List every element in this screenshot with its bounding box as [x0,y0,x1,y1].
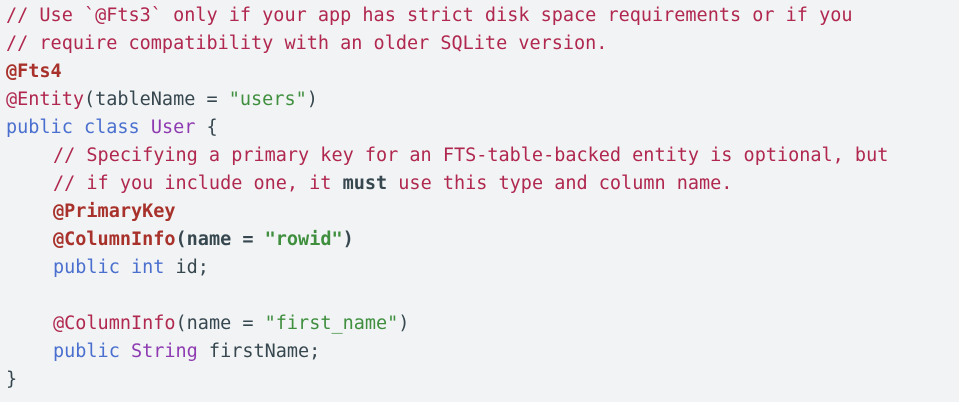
code-line-12: @ColumnInfo(name = "first_name") [6,310,959,338]
code-text: ) [306,89,318,110]
annotation: @ColumnInfo [53,313,176,334]
code-line-9: @ColumnInfo(name = "rowid") [6,226,959,254]
keyword: public [53,341,120,362]
annotation: @Entity [6,89,84,110]
code-text: id; [164,257,209,278]
code-block: // Use `@Fts3` only if your app has stri… [0,0,959,402]
comment: // Specifying a primary key for an FTS-t… [53,145,889,166]
annotation: @PrimaryKey [53,201,176,222]
annotation: @ColumnInfo [53,229,176,250]
comment: use this type and column name. [387,173,733,194]
code-text: (tableName = [83,89,229,110]
code-line-13: public String firstName; [6,338,959,366]
code-text: } [6,369,18,390]
code-line-3: @Fts4 [6,58,959,86]
code-line-7: // if you include one, it must use this … [6,170,959,198]
code-line-10: public int id; [6,254,959,282]
keyword: public [53,257,120,278]
code-line-6: // Specifying a primary key for an FTS-t… [6,142,959,170]
comment-emphasis: must [342,173,388,194]
comment: // if you include one, it [53,173,343,194]
string-literal: "rowid" [264,229,343,250]
annotation: @Fts4 [6,61,62,82]
code-text: firstName; [197,341,321,362]
string-literal: "users" [228,89,307,110]
code-text: ) [398,313,410,334]
code-line-5: public class User { [6,114,959,142]
keyword: class [83,117,140,138]
string-literal: "first_name" [264,313,399,334]
code-text: ) [342,229,354,250]
keyword: public [6,117,73,138]
code-text: (name = [175,229,265,250]
code-line-14: } [6,366,959,394]
type-name: User [150,117,196,138]
code-text: (name = [175,313,265,334]
type-name: String [130,341,198,362]
code-line-8: @PrimaryKey [6,198,959,226]
code-line-2: // require compatibility with an older S… [6,30,959,58]
code-text: { [195,117,218,138]
keyword: int [130,257,165,278]
code-line-1: // Use `@Fts3` only if your app has stri… [6,2,959,30]
comment: // Use `@Fts3` only if your app has stri… [6,5,853,26]
comment: // require compatibility with an older S… [6,33,608,54]
code-line-4: @Entity(tableName = "users") [6,86,959,114]
